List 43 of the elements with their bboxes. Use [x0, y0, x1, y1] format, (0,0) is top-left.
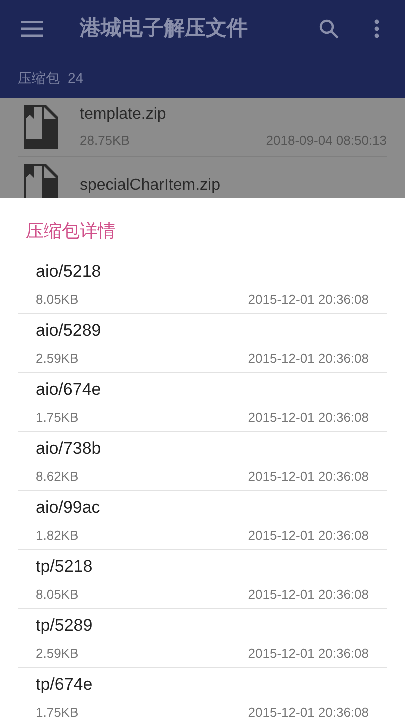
app-title: 港城电子解压文件 — [80, 16, 249, 42]
entry-date: 2015-12-01 20:36:08 — [248, 527, 369, 545]
entry-name: aio/99ac — [36, 496, 102, 518]
file-name: template.zip — [80, 105, 168, 126]
menu-icon — [21, 21, 43, 37]
zip-file-icon — [22, 105, 60, 149]
entry-name: aio/738b — [36, 438, 102, 460]
entry-date: 2015-12-01 20:36:08 — [248, 586, 369, 604]
entry-name: aio/5218 — [36, 260, 102, 282]
entry-size: 8.62KB — [36, 468, 79, 486]
archive-entry[interactable]: aio/5218 8.05KB 2015-12-01 20:36:08 — [18, 255, 387, 314]
archive-entry[interactable]: aio/738b 8.62KB 2015-12-01 20:36:08 — [18, 432, 387, 491]
entry-date: 2015-12-01 20:36:08 — [248, 409, 369, 427]
entry-size: 8.05KB — [36, 586, 79, 604]
entry-name: tp/5289 — [36, 614, 94, 636]
entry-name: aio/5289 — [36, 320, 102, 342]
entry-size: 2.59KB — [36, 350, 79, 368]
entry-date: 2015-12-01 20:36:08 — [248, 291, 369, 309]
entry-size: 8.05KB — [36, 291, 79, 309]
sheet-title: 压缩包详情 — [25, 220, 117, 243]
archive-entry[interactable]: tp/5289 2.59KB 2015-12-01 20:36:08 — [18, 609, 387, 668]
entry-size: 1.82KB — [36, 527, 79, 545]
entry-size: 2.59KB — [36, 645, 79, 663]
archive-entry[interactable]: aio/5289 2.59KB 2015-12-01 20:36:08 — [18, 314, 387, 373]
entry-date: 2015-12-01 20:36:08 — [248, 468, 369, 486]
entry-name: tp/674e — [36, 674, 94, 696]
entry-name: aio/674e — [36, 378, 102, 400]
archive-entry[interactable]: aio/674e 1.75KB 2015-12-01 20:36:08 — [18, 373, 387, 432]
more-icon — [374, 19, 380, 39]
entry-date: 2015-12-01 20:36:08 — [248, 704, 369, 720]
entry-date: 2015-12-01 20:36:08 — [248, 350, 369, 368]
entry-date: 2015-12-01 20:36:08 — [248, 645, 369, 663]
entry-size: 1.75KB — [36, 704, 79, 720]
file-count: 24 — [68, 68, 84, 88]
archive-entry[interactable]: aio/99ac 1.82KB 2015-12-01 20:36:08 — [18, 491, 387, 550]
subheader-label: 压缩包 — [18, 68, 60, 88]
archive-entry[interactable]: tp/674e 1.75KB 2015-12-01 20:36:08 — [18, 668, 387, 720]
archive-entry[interactable]: tp/5218 8.05KB 2015-12-01 20:36:08 — [18, 550, 387, 609]
entry-size: 1.75KB — [36, 409, 79, 427]
file-name: specialCharItem.zip — [80, 176, 222, 196]
entry-name: tp/5218 — [36, 556, 94, 578]
zip-file-icon — [22, 164, 60, 198]
search-icon — [319, 19, 339, 39]
